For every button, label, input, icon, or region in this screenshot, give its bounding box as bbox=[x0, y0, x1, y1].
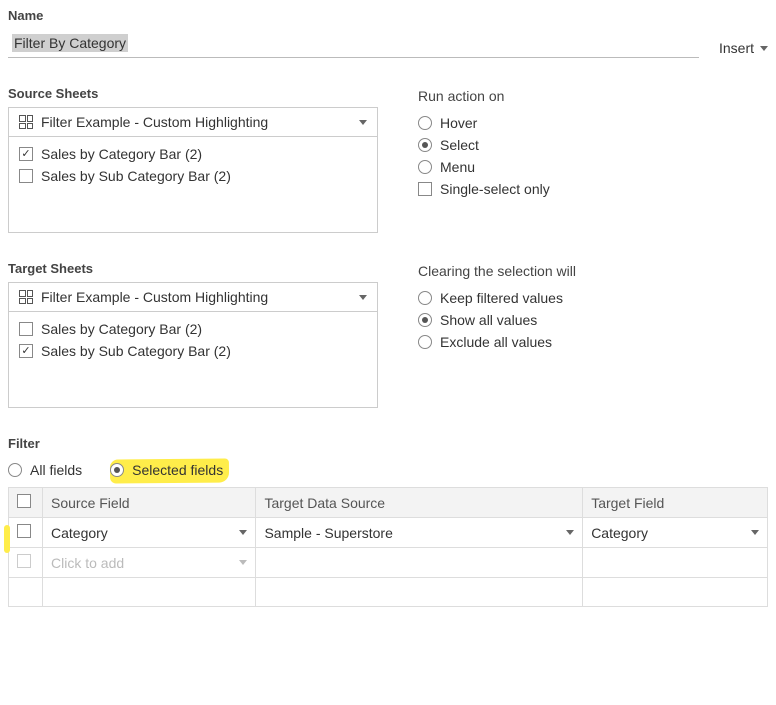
target-field-dropdown[interactable]: Category bbox=[591, 525, 759, 541]
target-sheets-label: Target Sheets bbox=[8, 261, 378, 276]
col-target-ds: Target Data Source bbox=[256, 488, 583, 518]
radio-icon[interactable] bbox=[418, 138, 432, 152]
highlight-annotation: Selected fields bbox=[132, 462, 223, 478]
insert-button[interactable]: Insert bbox=[719, 40, 768, 58]
list-item-label: Sales by Category Bar (2) bbox=[41, 146, 202, 162]
run-action-label: Run action on bbox=[418, 88, 768, 104]
list-item-label: Sales by Sub Category Bar (2) bbox=[41, 343, 231, 359]
cell-value: Category bbox=[51, 525, 108, 541]
col-target-field: Target Field bbox=[583, 488, 768, 518]
checkbox-icon[interactable]: ✓ bbox=[19, 344, 33, 358]
source-sheets-label: Source Sheets bbox=[8, 86, 378, 101]
clearing-show[interactable]: Show all values bbox=[418, 309, 768, 331]
radio-icon[interactable] bbox=[418, 291, 432, 305]
dashboard-icon bbox=[19, 290, 33, 304]
target-sheet-item[interactable]: ✓ Sales by Sub Category Bar (2) bbox=[19, 340, 367, 362]
highlight-annotation bbox=[4, 525, 10, 553]
clearing-exclude[interactable]: Exclude all values bbox=[418, 331, 768, 353]
target-sheet-item[interactable]: Sales by Category Bar (2) bbox=[19, 318, 367, 340]
radio-label: Menu bbox=[440, 159, 475, 175]
radio-icon[interactable] bbox=[8, 463, 22, 477]
target-sheets-dd-value: Filter Example - Custom Highlighting bbox=[41, 289, 351, 305]
add-field-dropdown[interactable]: Click to add bbox=[51, 555, 247, 571]
filter-label: Filter bbox=[8, 436, 768, 451]
radio-label: Select bbox=[440, 137, 479, 153]
checkbox-icon[interactable] bbox=[19, 169, 33, 183]
cell-value: Category bbox=[591, 525, 648, 541]
header-checkbox-cell[interactable] bbox=[9, 488, 43, 518]
checkbox-icon[interactable] bbox=[19, 322, 33, 336]
radio-icon[interactable] bbox=[418, 160, 432, 174]
chevron-down-icon bbox=[751, 530, 759, 535]
filter-all-fields[interactable]: All fields bbox=[8, 459, 82, 481]
single-select-checkbox[interactable]: Single-select only bbox=[418, 178, 768, 200]
source-sheet-item[interactable]: Sales by Sub Category Bar (2) bbox=[19, 165, 367, 187]
source-sheet-item[interactable]: ✓ Sales by Category Bar (2) bbox=[19, 143, 367, 165]
filter-fields-table: Source Field Target Data Source Target F… bbox=[8, 487, 768, 607]
name-input[interactable]: Filter By Category bbox=[8, 29, 699, 58]
target-sheets-list: Sales by Category Bar (2) ✓ Sales by Sub… bbox=[8, 312, 378, 408]
target-sheets-dropdown[interactable]: Filter Example - Custom Highlighting bbox=[8, 282, 378, 312]
radio-label: All fields bbox=[30, 462, 82, 478]
chevron-down-icon bbox=[359, 295, 367, 300]
add-placeholder: Click to add bbox=[51, 555, 124, 571]
table-row-add[interactable]: Click to add bbox=[9, 548, 768, 578]
filter-selected-fields[interactable]: Selected fields bbox=[110, 459, 223, 481]
insert-label: Insert bbox=[719, 40, 754, 56]
source-sheets-dd-value: Filter Example - Custom Highlighting bbox=[41, 114, 351, 130]
checkbox-icon[interactable] bbox=[17, 554, 31, 568]
table-row[interactable]: Category Sample - Superstore Category bbox=[9, 518, 768, 548]
checkbox-icon[interactable] bbox=[418, 182, 432, 196]
radio-icon[interactable] bbox=[418, 313, 432, 327]
chevron-down-icon bbox=[760, 46, 768, 51]
source-sheets-list: ✓ Sales by Category Bar (2) Sales by Sub… bbox=[8, 137, 378, 233]
radio-label: Exclude all values bbox=[440, 334, 552, 350]
checkbox-icon[interactable] bbox=[17, 494, 31, 508]
table-row-empty bbox=[9, 578, 768, 607]
chevron-down-icon bbox=[239, 530, 247, 535]
radio-label: Show all values bbox=[440, 312, 537, 328]
radio-icon[interactable] bbox=[418, 335, 432, 349]
source-sheets-dropdown[interactable]: Filter Example - Custom Highlighting bbox=[8, 107, 378, 137]
list-item-label: Sales by Sub Category Bar (2) bbox=[41, 168, 231, 184]
run-action-hover[interactable]: Hover bbox=[418, 112, 768, 134]
cell-value: Sample - Superstore bbox=[264, 525, 392, 541]
target-ds-dropdown[interactable]: Sample - Superstore bbox=[264, 525, 574, 541]
clearing-keep[interactable]: Keep filtered values bbox=[418, 287, 768, 309]
clearing-label: Clearing the selection will bbox=[418, 263, 768, 279]
checkbox-icon[interactable]: ✓ bbox=[19, 147, 33, 161]
radio-label: Selected fields bbox=[132, 462, 223, 478]
chevron-down-icon bbox=[359, 120, 367, 125]
radio-icon[interactable] bbox=[418, 116, 432, 130]
source-field-dropdown[interactable]: Category bbox=[51, 525, 247, 541]
chevron-down-icon bbox=[566, 530, 574, 535]
checkbox-icon[interactable] bbox=[17, 524, 31, 538]
col-source-field: Source Field bbox=[43, 488, 256, 518]
name-label: Name bbox=[8, 8, 768, 23]
list-item-label: Sales by Category Bar (2) bbox=[41, 321, 202, 337]
chevron-down-icon bbox=[239, 560, 247, 565]
run-action-menu[interactable]: Menu bbox=[418, 156, 768, 178]
name-value: Filter By Category bbox=[12, 34, 128, 52]
run-action-select[interactable]: Select bbox=[418, 134, 768, 156]
radio-label: Hover bbox=[440, 115, 477, 131]
checkbox-label: Single-select only bbox=[440, 181, 550, 197]
dashboard-icon bbox=[19, 115, 33, 129]
radio-label: Keep filtered values bbox=[440, 290, 563, 306]
